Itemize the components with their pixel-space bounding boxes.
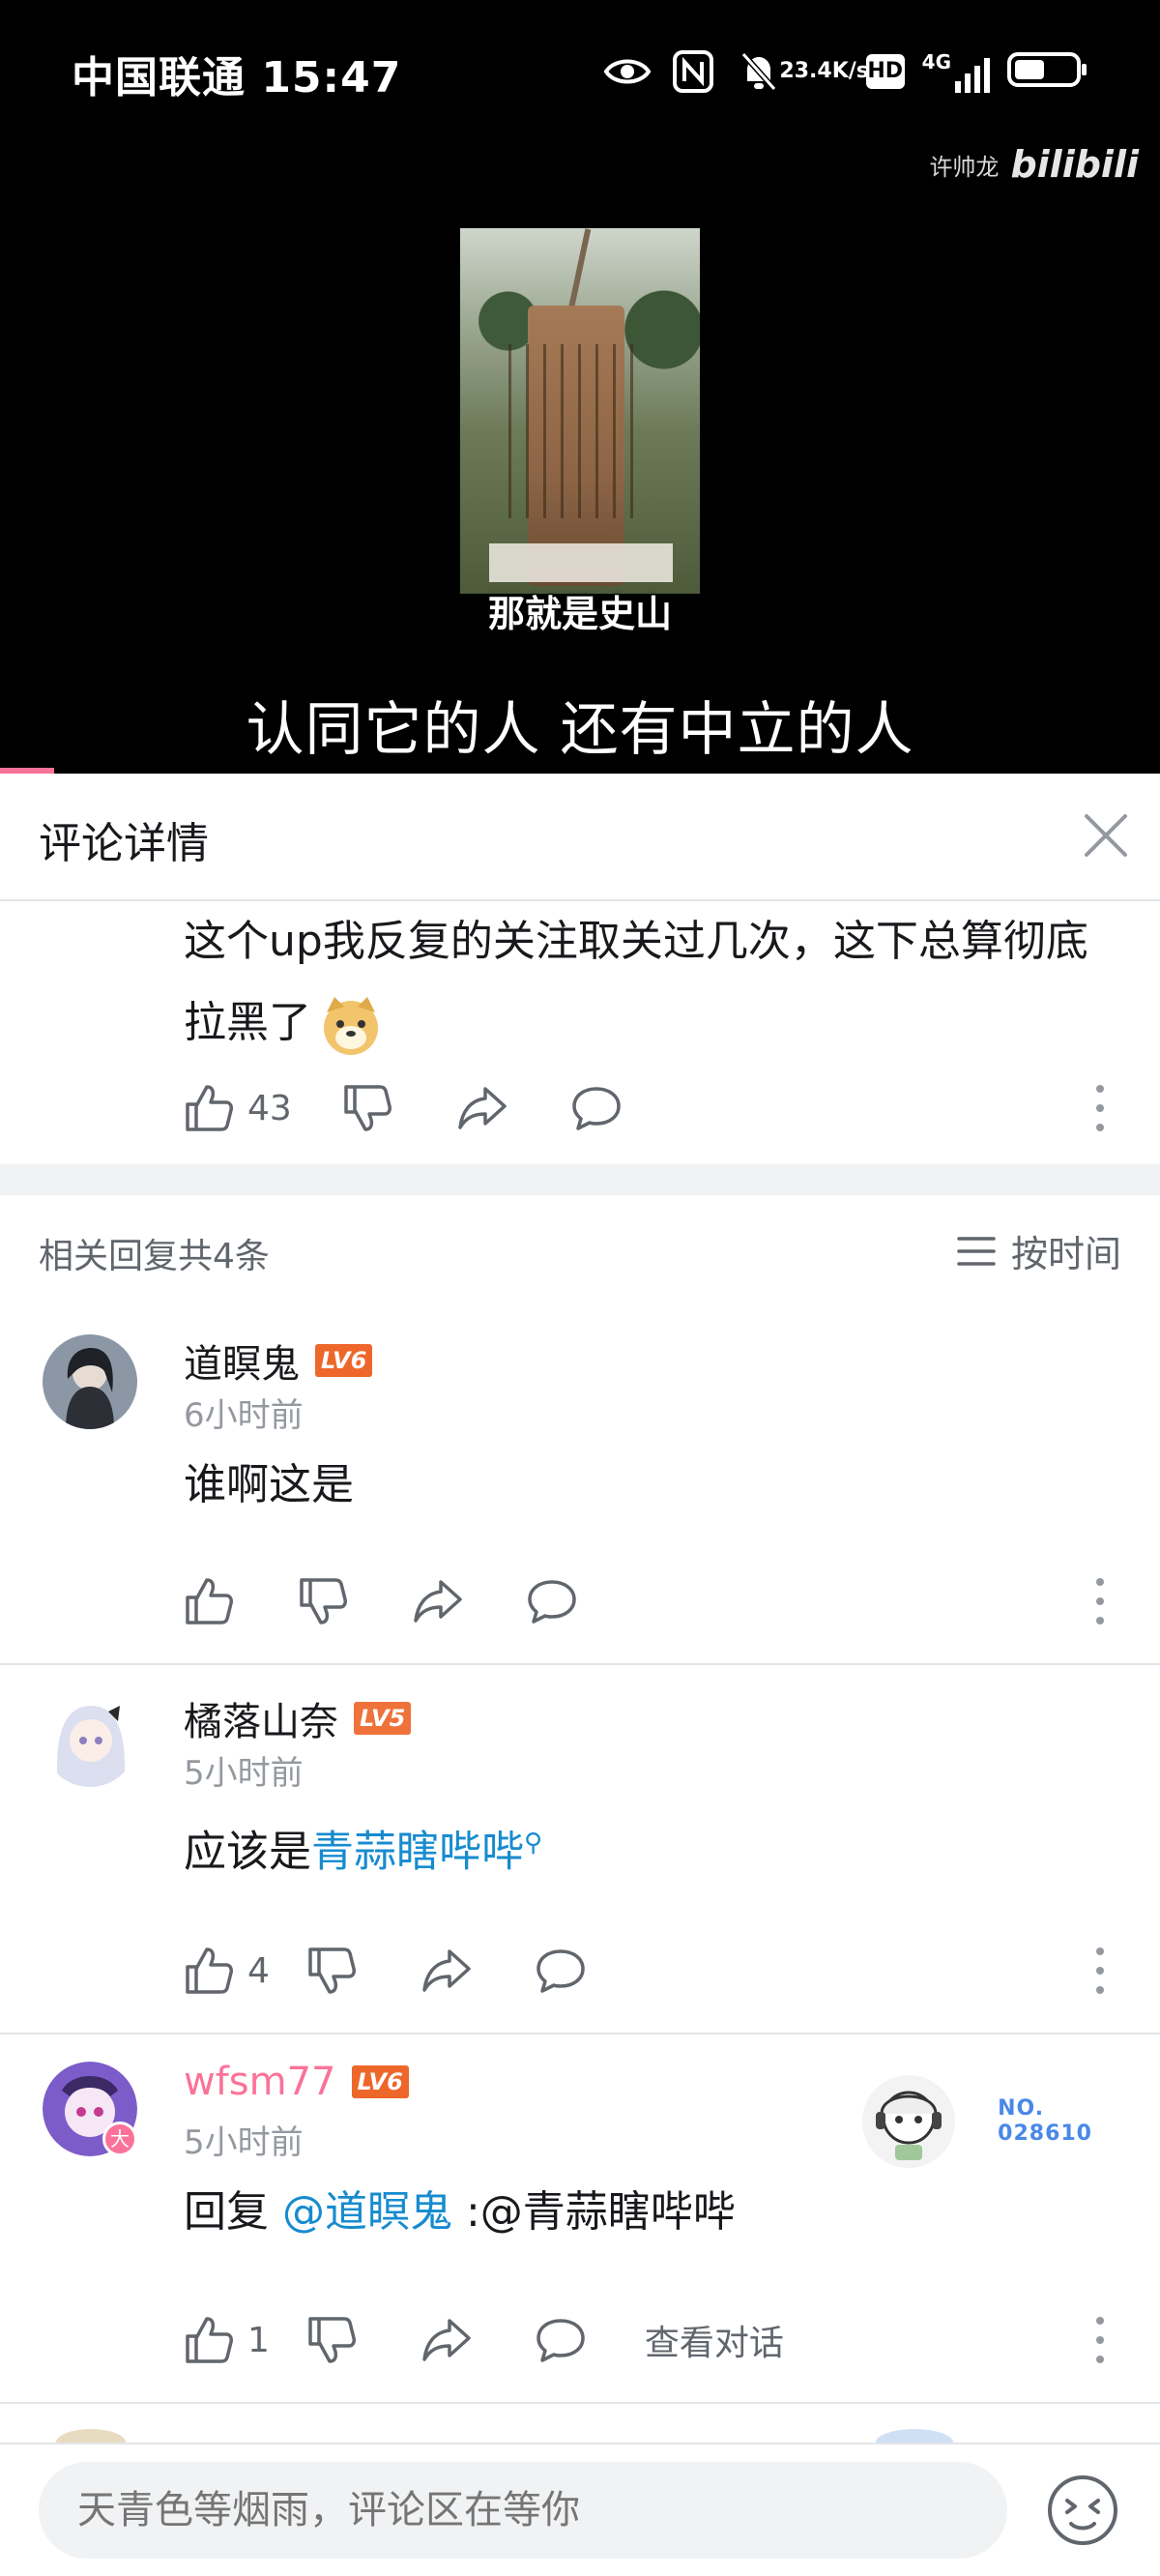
comment-text: 这个up我反复的关注取关过几次，这下总算彻底拉黑了 [184,901,1112,1064]
video-caption: 那就是史山 [487,593,672,635]
video-player[interactable]: 中国联通 15:47 23.4 K/s HD 4G 许帅龙 bilibili 那… [0,0,1160,774]
fan-badge-avatar-icon [862,2075,956,2168]
bilibili-logo: bilibili [1010,143,1139,186]
search-icon: ⚲ [524,1829,543,1858]
dislike-button[interactable] [306,1942,357,2000]
reply-text: 应该是青蒜瞎哔哔⚲ [184,1827,543,1877]
thumbs-down-icon [300,1578,347,1625]
more-options-icon[interactable] [1094,1946,1106,1996]
video-watermark: 许帅龙 bilibili [929,143,1139,186]
like-button[interactable]: 43 [184,1079,292,1137]
share-button[interactable] [456,1079,508,1137]
reply-time: 5小时前 [184,2123,304,2162]
share-icon [458,1087,507,1129]
vip-badge: 大 [102,2122,137,2156]
comment-bubble-icon [572,1087,621,1130]
reply-button[interactable] [570,1079,623,1137]
dislike-button[interactable] [306,2311,357,2369]
avatar[interactable]: 大 [43,2062,137,2156]
sort-by-time-button[interactable]: 按时间 [957,1224,1121,1277]
reply-button[interactable] [535,1942,587,2000]
thumbs-up-icon [186,1578,233,1625]
more-options-icon[interactable] [1094,1083,1106,1133]
comment-detail-header: 评论详情 [0,774,1160,901]
view-conversation-link[interactable]: 查看对话 [645,2315,784,2365]
share-button[interactable] [412,1572,464,1630]
like-button[interactable]: 1 [184,2311,270,2369]
close-button[interactable] [1075,805,1137,866]
reply-time: 5小时前 [184,1754,304,1793]
fan-number: NO. 028610 [998,2096,1092,2146]
battery-icon [1007,50,1088,93]
share-icon [414,1580,462,1623]
more-options-icon[interactable] [1094,1576,1106,1626]
avatar[interactable] [43,1334,137,1429]
status-bar: 中国联通 15:47 23.4 K/s HD 4G [0,0,1160,145]
reply-time: 6小时前 [184,1396,304,1435]
emoji-button-icon[interactable] [1044,2472,1121,2549]
mention-link[interactable]: @道瞑鬼 [282,2187,452,2237]
hd-icon: HD [865,54,905,89]
reply-item: 大 wfsm77 LV6 5小时前 NO. 028610 回复 @道瞑鬼 :@青… [0,2034,1160,2404]
thumbs-up-icon [186,1085,233,1131]
comment-bubble-icon [536,2319,585,2362]
search-link[interactable]: 青蒜瞎哔哔 [311,1828,524,1877]
reply-text: 谁啊这是 [184,1460,354,1509]
list-icon [957,1236,996,1266]
level-badge: LV5 [354,1702,412,1735]
page-title: 评论详情 [39,819,209,868]
username[interactable]: wfsm77 LV6 [184,2060,409,2104]
comment-input[interactable] [39,2462,1007,2559]
thumbs-down-icon [308,1947,356,1994]
dislike-button[interactable] [342,1079,392,1137]
reply-text: 回复 @道瞑鬼 :@青蒜瞎哔哔 [184,2187,736,2237]
comment-input-bar [0,2443,1160,2576]
reply-button[interactable] [526,1572,578,1630]
next-reply-peek [0,2404,1160,2456]
eye-icon [603,49,652,94]
replies-header: 相关回复共4条 按时间 [0,1195,1160,1307]
nfc-icon [669,49,717,94]
like-button[interactable] [184,1572,234,1630]
level-badge: LV6 [351,2065,409,2098]
mute-bell-icon [735,49,783,94]
thumbs-up-icon [186,1947,233,1994]
level-badge: LV6 [315,1344,373,1377]
more-options-icon[interactable] [1094,2315,1106,2365]
signal-icon: 4G [922,50,990,93]
share-icon [422,1949,471,1992]
comment-bubble-icon [536,1949,585,1993]
fan-badge[interactable]: NO. 028610 [862,2075,1092,2168]
thumbs-up-icon [186,2317,233,2363]
like-button[interactable]: 4 [184,1942,270,2000]
username[interactable]: 橘落山奈 LV5 [184,1690,412,1746]
reply-count: 相关回复共4条 [39,1237,270,1276]
reply-button[interactable] [535,2311,587,2369]
share-icon [422,2319,471,2361]
net-speed: 23.4 K/s [779,59,869,83]
dislike-button[interactable] [298,1572,348,1630]
avatar[interactable] [43,1692,137,1787]
thumbs-down-icon [308,2317,356,2363]
carrier-time: 中国联通 15:47 [72,53,402,102]
doge-emoji-icon [319,993,383,1057]
reply-item: 道瞑鬼 LV6 6小时前 谁啊这是 [0,1307,1160,1665]
share-button[interactable] [420,1942,473,2000]
share-button[interactable] [420,2311,473,2369]
reply-item: 橘落山奈 LV5 5小时前 应该是青蒜瞎哔哔⚲ 4 [0,1665,1160,2034]
comment-bubble-icon [528,1580,576,1624]
root-comment: 这个up我反复的关注取关过几次，这下总算彻底拉黑了 43 [0,901,1160,1164]
thumbs-down-icon [344,1085,392,1131]
section-divider [0,1164,1160,1195]
username[interactable]: 道瞑鬼 LV6 [184,1332,373,1389]
video-frame [460,228,700,594]
video-subtitle: 认同它的人 还有中立的人 [246,696,914,764]
close-icon [1085,814,1127,857]
